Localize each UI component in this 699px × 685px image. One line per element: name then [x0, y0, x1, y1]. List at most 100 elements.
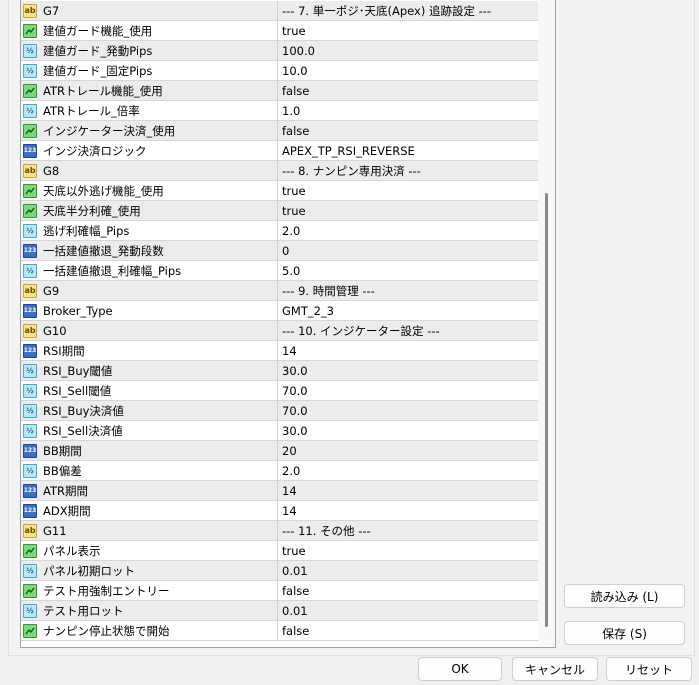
parameter-value[interactable]: APEX_TP_RSI_REVERSE: [278, 141, 538, 160]
parameter-value[interactable]: --- 9. 時間管理 ---: [278, 281, 538, 300]
parameter-row[interactable]: ATRトレール機能_使用 false: [21, 81, 538, 101]
parameter-value[interactable]: 30.0: [278, 421, 538, 440]
parameter-name: BB期間: [43, 443, 82, 458]
parameter-row[interactable]: 123 Broker_Type GMT_2_3: [21, 301, 538, 321]
parameter-value[interactable]: 5.0: [278, 261, 538, 280]
parameter-name-cell: 123 ADX期間: [21, 501, 278, 520]
parameter-value[interactable]: 1.0: [278, 101, 538, 120]
parameter-value[interactable]: --- 11. その他 ---: [278, 521, 538, 540]
load-button[interactable]: 読み込み (L): [564, 584, 685, 608]
parameter-row[interactable]: ½ BB偏差 2.0: [21, 461, 538, 481]
parameter-value[interactable]: --- 7. 単一ポジ･天底(Apex) 追跡設定 ---: [278, 1, 538, 20]
cancel-button[interactable]: キャンセル: [512, 657, 598, 681]
parameter-name-cell: 123 インジ決済ロジック: [21, 141, 278, 160]
parameter-row[interactable]: ½ RSI_Buy閾値 30.0: [21, 361, 538, 381]
parameter-row[interactable]: ab G7 --- 7. 単一ポジ･天底(Apex) 追跡設定 ---: [21, 1, 538, 21]
parameter-value[interactable]: GMT_2_3: [278, 301, 538, 320]
parameter-row[interactable]: ½ RSI_Sell決済値 30.0: [21, 421, 538, 441]
parameter-name: パネル初期ロット: [43, 563, 135, 578]
parameter-row[interactable]: ½ 建値ガード_発動Pips 100.0: [21, 41, 538, 61]
parameter-row[interactable]: テスト用強制エントリー false: [21, 581, 538, 601]
parameter-value[interactable]: 70.0: [278, 381, 538, 400]
double-type-icon: ½: [23, 463, 37, 478]
vertical-scrollbar[interactable]: [538, 0, 555, 646]
reset-button[interactable]: リセット: [606, 657, 692, 681]
parameter-row[interactable]: 123 一括建値撤退_発動段数 0: [21, 241, 538, 261]
parameter-row[interactable]: ½ パネル初期ロット 0.01: [21, 561, 538, 581]
bool-type-icon: [23, 623, 37, 638]
parameter-row[interactable]: ab G9 --- 9. 時間管理 ---: [21, 281, 538, 301]
parameter-name: インジケーター決済_使用: [43, 123, 176, 138]
parameter-row[interactable]: 天底以外逃げ機能_使用 true: [21, 181, 538, 201]
parameter-name: ATR期間: [43, 483, 88, 498]
parameter-name-cell: 123 一括建値撤退_発動段数: [21, 241, 278, 260]
parameter-name-cell: 建値ガード機能_使用: [21, 21, 278, 40]
parameter-row[interactable]: ½ 一括建値撤退_利確幅_Pips 5.0: [21, 261, 538, 281]
parameter-value[interactable]: 0: [278, 241, 538, 260]
double-type-icon: ½: [23, 603, 37, 618]
parameter-name-cell: ½ RSI_Sell閾値: [21, 381, 278, 400]
parameter-name-cell: ナンピン停止状態で開始: [21, 621, 278, 640]
parameter-value[interactable]: true: [278, 201, 538, 220]
parameter-value[interactable]: true: [278, 21, 538, 40]
parameter-value[interactable]: 10.0: [278, 61, 538, 80]
parameter-row[interactable]: 天底半分利確_使用 true: [21, 201, 538, 221]
parameter-row[interactable]: 123 ATR期間 14: [21, 481, 538, 501]
parameter-value[interactable]: false: [278, 621, 538, 640]
parameter-row[interactable]: ab G11 --- 11. その他 ---: [21, 521, 538, 541]
parameter-name-cell: 123 Broker_Type: [21, 301, 278, 320]
parameter-row[interactable]: ナンピン停止状態で開始 false: [21, 621, 538, 641]
parameter-value[interactable]: false: [278, 581, 538, 600]
parameter-value[interactable]: 14: [278, 501, 538, 520]
parameter-row[interactable]: ½ 逃げ利確幅_Pips 2.0: [21, 221, 538, 241]
double-type-icon: ½: [23, 423, 37, 438]
parameter-value[interactable]: 14: [278, 341, 538, 360]
parameter-value[interactable]: 20: [278, 441, 538, 460]
parameter-row[interactable]: ½ テスト用ロット 0.01: [21, 601, 538, 621]
parameter-name: テスト用強制エントリー: [43, 583, 170, 598]
parameter-value[interactable]: true: [278, 541, 538, 560]
parameter-value[interactable]: true: [278, 181, 538, 200]
parameter-value[interactable]: false: [278, 81, 538, 100]
parameter-name: パネル表示: [43, 543, 101, 558]
parameter-name-cell: ½ 一括建値撤退_利確幅_Pips: [21, 261, 278, 280]
parameter-name-cell: ½ BB偏差: [21, 461, 278, 480]
parameter-value[interactable]: 2.0: [278, 461, 538, 480]
parameter-row[interactable]: ½ ATRトレール_倍率 1.0: [21, 101, 538, 121]
bool-type-icon: [23, 123, 37, 138]
parameter-name: 建値ガード_固定Pips: [43, 63, 153, 78]
parameter-row[interactable]: 123 RSI期間 14: [21, 341, 538, 361]
parameter-row[interactable]: ½ RSI_Buy決済値 70.0: [21, 401, 538, 421]
parameter-value[interactable]: 70.0: [278, 401, 538, 420]
parameter-value[interactable]: 0.01: [278, 601, 538, 620]
parameter-value[interactable]: 0.01: [278, 561, 538, 580]
parameter-row[interactable]: 建値ガード機能_使用 true: [21, 21, 538, 41]
parameter-row[interactable]: 123 BB期間 20: [21, 441, 538, 461]
parameter-row[interactable]: ab G8 --- 8. ナンピン専用決済 ---: [21, 161, 538, 181]
inputs-table: ab G7 --- 7. 単一ポジ･天底(Apex) 追跡設定 --- 建値ガード機能…: [20, 0, 556, 648]
scrollbar-thumb[interactable]: [545, 193, 548, 627]
parameter-value[interactable]: --- 10. インジケーター設定 ---: [278, 321, 538, 340]
parameter-row[interactable]: ½ 建値ガード_固定Pips 10.0: [21, 61, 538, 81]
integer-type-icon: 123: [23, 503, 37, 518]
double-type-icon: ½: [23, 43, 37, 58]
parameter-value[interactable]: false: [278, 121, 538, 140]
parameter-value[interactable]: 30.0: [278, 361, 538, 380]
save-button[interactable]: 保存 (S): [564, 621, 685, 645]
bool-type-icon: [23, 543, 37, 558]
parameter-value[interactable]: 14: [278, 481, 538, 500]
parameter-row[interactable]: インジケーター決済_使用 false: [21, 121, 538, 141]
parameter-name-cell: ½ ATRトレール_倍率: [21, 101, 278, 120]
parameter-row[interactable]: ½ RSI_Sell閾値 70.0: [21, 381, 538, 401]
parameter-row[interactable]: 123 インジ決済ロジック APEX_TP_RSI_REVERSE: [21, 141, 538, 161]
parameter-row[interactable]: 123 ADX期間 14: [21, 501, 538, 521]
string-type-icon: ab: [23, 283, 37, 298]
ok-button[interactable]: OK: [418, 657, 502, 681]
parameter-row[interactable]: パネル表示 true: [21, 541, 538, 561]
parameter-name-cell: ATRトレール機能_使用: [21, 81, 278, 100]
parameter-row[interactable]: ab G10 --- 10. インジケーター設定 ---: [21, 321, 538, 341]
parameter-name-cell: ½ 逃げ利確幅_Pips: [21, 221, 278, 240]
parameter-value[interactable]: --- 8. ナンピン専用決済 ---: [278, 161, 538, 180]
parameter-value[interactable]: 2.0: [278, 221, 538, 240]
parameter-value[interactable]: 100.0: [278, 41, 538, 60]
